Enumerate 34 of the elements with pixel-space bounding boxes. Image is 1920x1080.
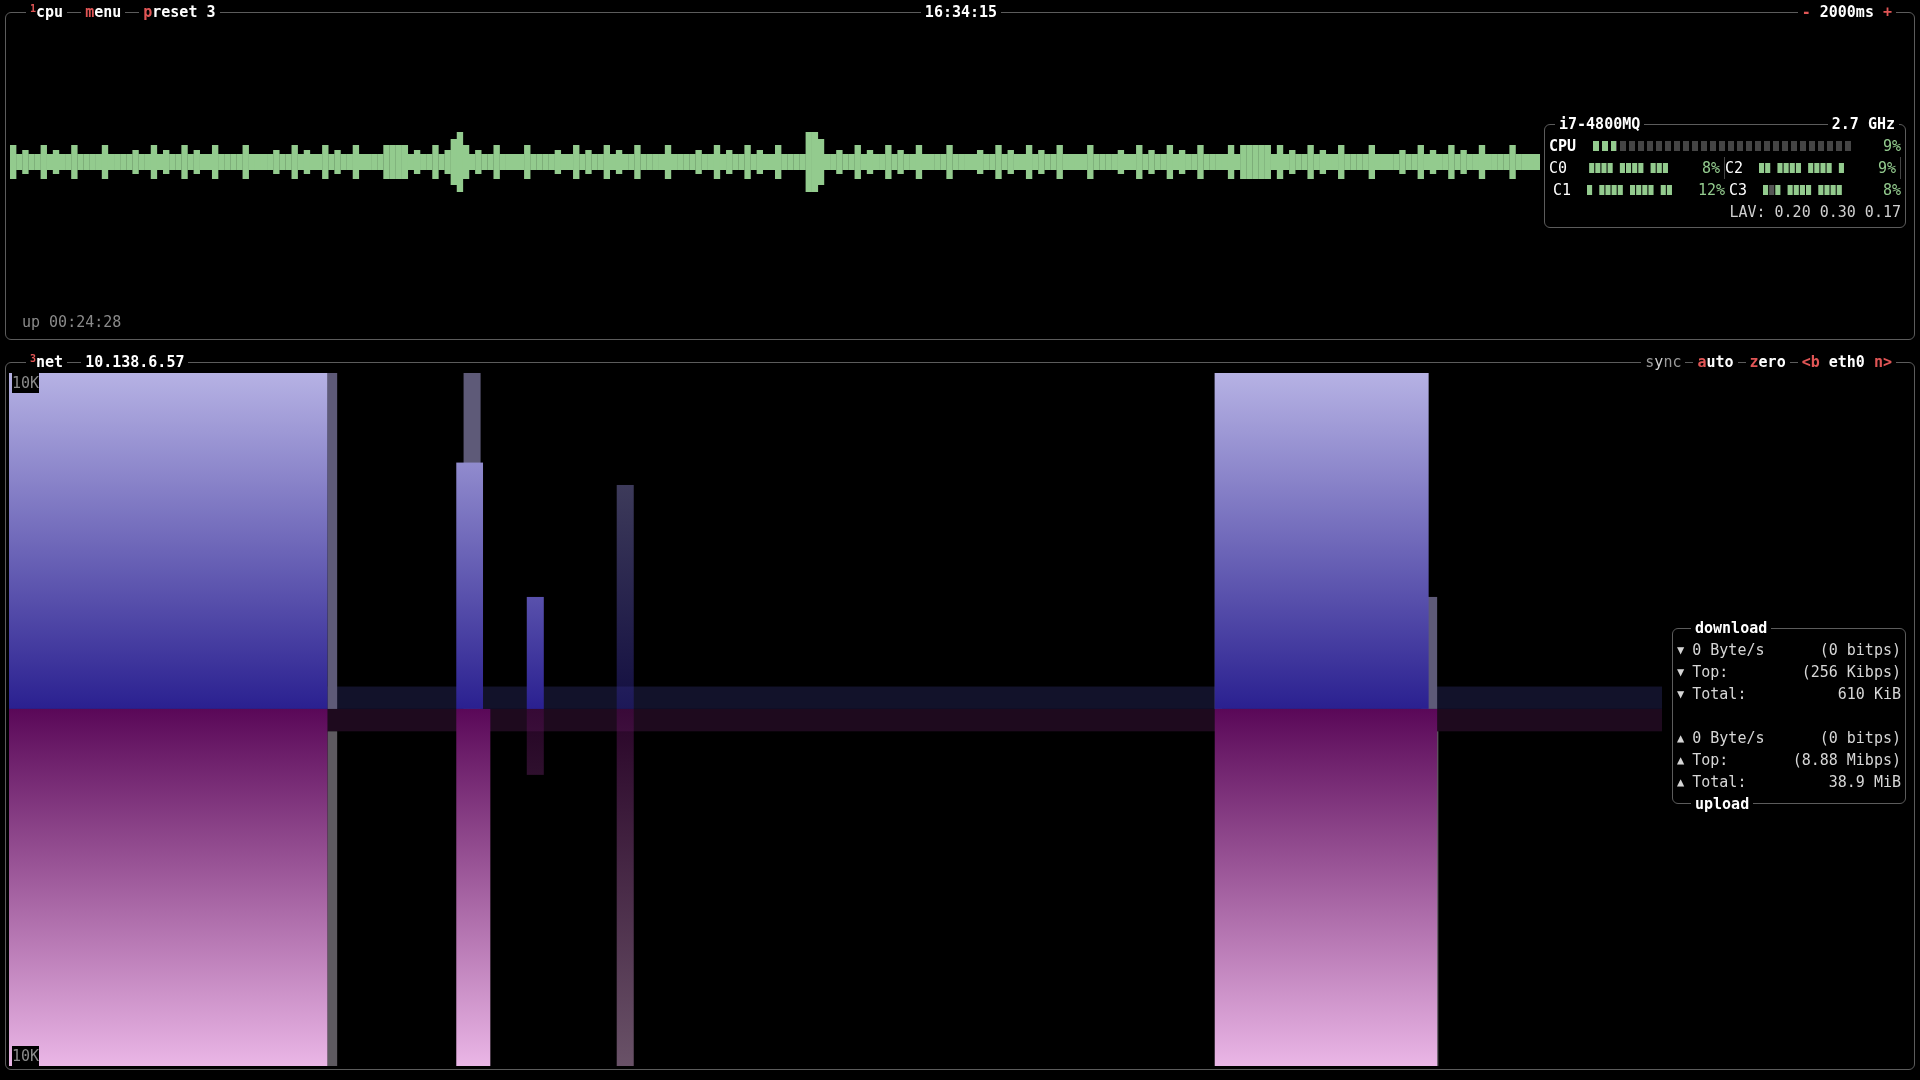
stat-value: (256 Kibps) [1801,662,1901,683]
stat-value: 610 KiB [1837,684,1901,705]
cpu-label: CPU [1549,136,1578,157]
core-label: C2 [1725,158,1745,179]
up-arrow-icon: ▲ [1677,749,1685,771]
up-arrow-icon: ▲ [1677,727,1685,749]
core-percent: 12% [1696,180,1725,201]
cpu-percent: 9% [1881,136,1901,157]
stat-value: (8.88 Mibps) [1792,750,1901,771]
core-label: C0 [1549,158,1569,179]
stat-label: Top: [1692,750,1729,771]
up-arrow-icon: ▲ [1677,771,1685,793]
stat-label: Total: [1692,684,1747,705]
stat-label: 0 Byte/s [1692,640,1765,661]
load-average: LAV: 0.20 0.30 0.17 [1729,202,1901,223]
down-arrow-icon: ▼ [1677,639,1685,661]
stat-value: (0 bitps) [1819,640,1901,661]
stat-value: 38.9 MiB [1828,772,1901,793]
scale-label: 10K [12,373,40,393]
stat-label: Total: [1692,772,1747,793]
stat-label: 0 Byte/s [1692,728,1765,749]
panel-title: $^{1}$cpu [26,1,68,23]
core-label: C3 [1729,180,1749,201]
upload-bar [526,708,544,775]
down-arrow-icon: ▼ [1677,683,1685,705]
uptime: up 00:24:28 [21,312,123,333]
core-label: C1 [1553,180,1573,201]
scale-label: 10K [12,1046,40,1066]
stat-label: Top: [1692,662,1729,683]
core-percent: 9% [1876,158,1896,179]
core-percent: 8% [1881,180,1901,201]
stat-value: (0 bitps) [1819,728,1901,749]
down-arrow-icon: ▼ [1677,661,1685,683]
core-percent: 8% [1700,158,1720,179]
